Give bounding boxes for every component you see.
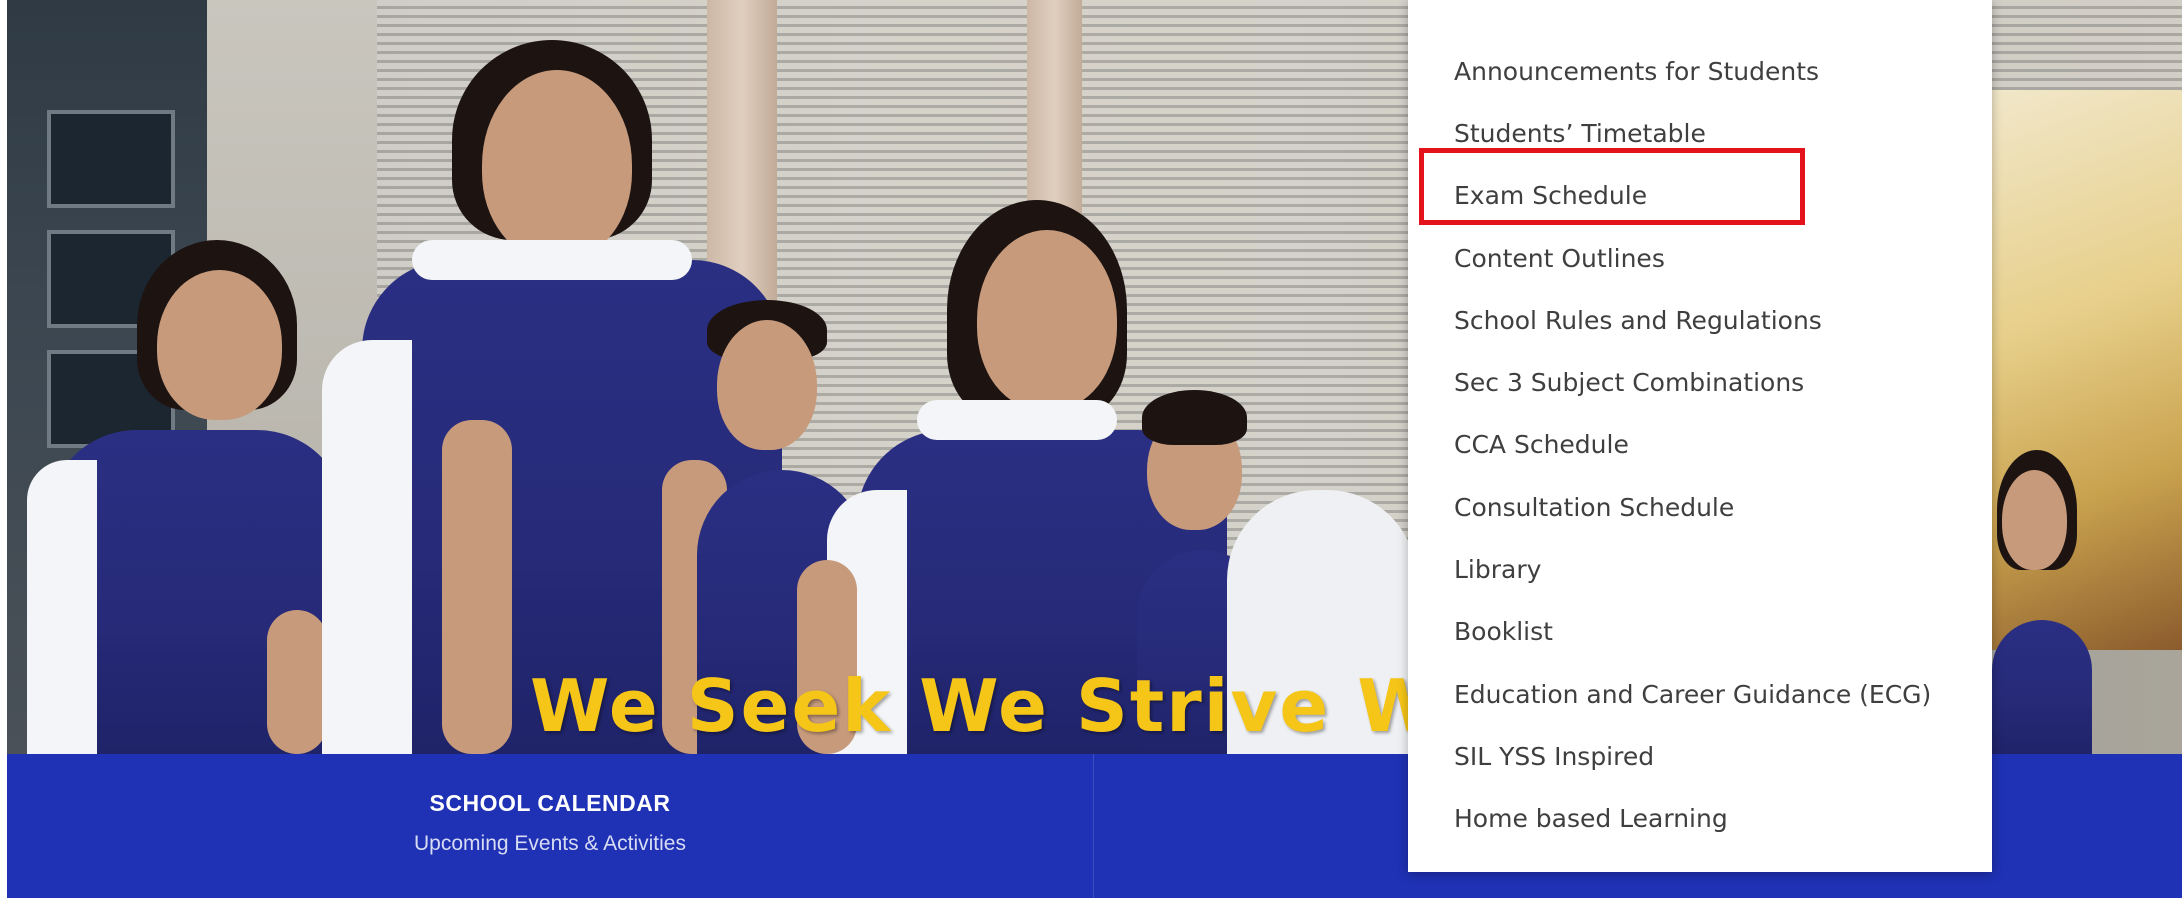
bar-divider [1093, 754, 1094, 898]
menu-item-announcements[interactable]: Announcements for Students [1408, 40, 1992, 102]
menu-item-booklist[interactable]: Booklist [1408, 601, 1992, 663]
menu-item-school-rules[interactable]: School Rules and Regulations [1408, 289, 1992, 351]
students-dropdown-menu: Announcements for Students Students’ Tim… [1408, 0, 1992, 872]
school-calendar-title: SCHOOL CALENDAR [429, 790, 671, 816]
menu-item-content-outlines[interactable]: Content Outlines [1408, 227, 1992, 289]
menu-item-subject-combinations[interactable]: Sec 3 Subject Combinations [1408, 351, 1992, 413]
school-calendar-subtitle: Upcoming Events & Activities [414, 832, 686, 855]
student-figure [27, 230, 347, 754]
menu-item-sil-yss-inspired[interactable]: SIL YSS Inspired [1408, 725, 1992, 787]
school-calendar-link[interactable]: SCHOOL CALENDAR Upcoming Events & Activi… [7, 754, 1093, 898]
menu-item-library[interactable]: Library [1408, 538, 1992, 600]
student-figure [1992, 450, 2097, 754]
dropdown-list: Announcements for Students Students’ Tim… [1408, 40, 1992, 850]
menu-item-ecg[interactable]: Education and Career Guidance (ECG) [1408, 663, 1992, 725]
menu-item-timetable[interactable]: Students’ Timetable [1408, 102, 1992, 164]
menu-item-exam-schedule[interactable]: Exam Schedule [1408, 165, 1992, 227]
menu-item-home-based-learning[interactable]: Home based Learning [1408, 788, 1992, 850]
menu-item-cca-schedule[interactable]: CCA Schedule [1408, 414, 1992, 476]
building-louver [1992, 0, 2182, 100]
menu-item-consultation-schedule[interactable]: Consultation Schedule [1408, 476, 1992, 538]
school-motto-text: We Seek We Strive W [530, 664, 1439, 748]
page-frame: We Seek We Strive W SCHOOL CALENDAR Upco… [7, 0, 2182, 898]
